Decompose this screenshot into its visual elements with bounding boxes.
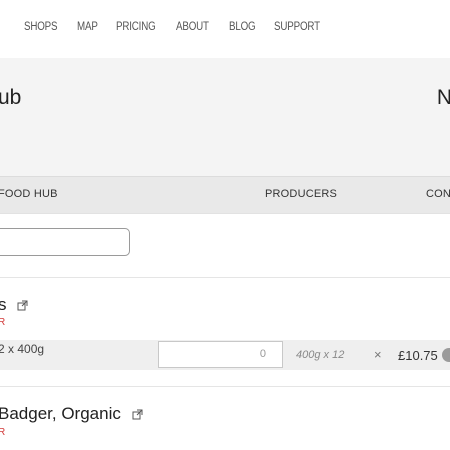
shop-header: ub N: [0, 58, 450, 176]
quantity-value: 0: [259, 348, 266, 360]
variant-name: 2 x 400g: [0, 342, 45, 356]
nav-support[interactable]: SUPPORT: [274, 21, 320, 33]
divider: [0, 277, 450, 278]
variant-price: £10.75: [398, 348, 438, 363]
subnav-contact[interactable]: CONTA: [426, 188, 450, 200]
multiply-icon: ×: [374, 347, 382, 362]
producer-tag: R: [0, 317, 6, 328]
nav-blog[interactable]: BLOG: [229, 21, 256, 33]
unit-size: 400g x 12: [296, 349, 345, 361]
product-search-input[interactable]: [0, 228, 130, 256]
divider: [0, 386, 450, 387]
external-link-icon[interactable]: [132, 405, 143, 425]
nav-map[interactable]: MAP: [77, 21, 98, 33]
producer-tag: R: [0, 427, 6, 438]
shop-subnav: FOOD HUB PRODUCERS CONTA: [0, 176, 450, 214]
product-title-text: Badger, Organic: [0, 404, 121, 423]
header-right-text: N: [436, 86, 450, 109]
variant-toggle[interactable]: [442, 348, 450, 362]
top-navigation: SHOPS MAP PRICING ABOUT BLOG SUPPORT: [0, 0, 450, 58]
subnav-food-hub[interactable]: FOOD HUB: [0, 188, 58, 200]
main-nav-links: SHOPS MAP PRICING ABOUT BLOG SUPPORT: [24, 21, 342, 33]
nav-pricing[interactable]: PRICING: [116, 21, 156, 33]
external-link-icon[interactable]: [17, 296, 28, 316]
shop-title: ub: [0, 86, 22, 109]
quantity-input[interactable]: 0: [158, 341, 283, 368]
subnav-producers[interactable]: PRODUCERS: [265, 188, 337, 200]
product-title[interactable]: s: [0, 295, 28, 316]
nav-shops[interactable]: SHOPS: [24, 21, 58, 33]
product-title[interactable]: Badger, Organic: [0, 404, 143, 425]
product-title-text: s: [0, 295, 7, 314]
nav-about[interactable]: ABOUT: [176, 21, 209, 33]
